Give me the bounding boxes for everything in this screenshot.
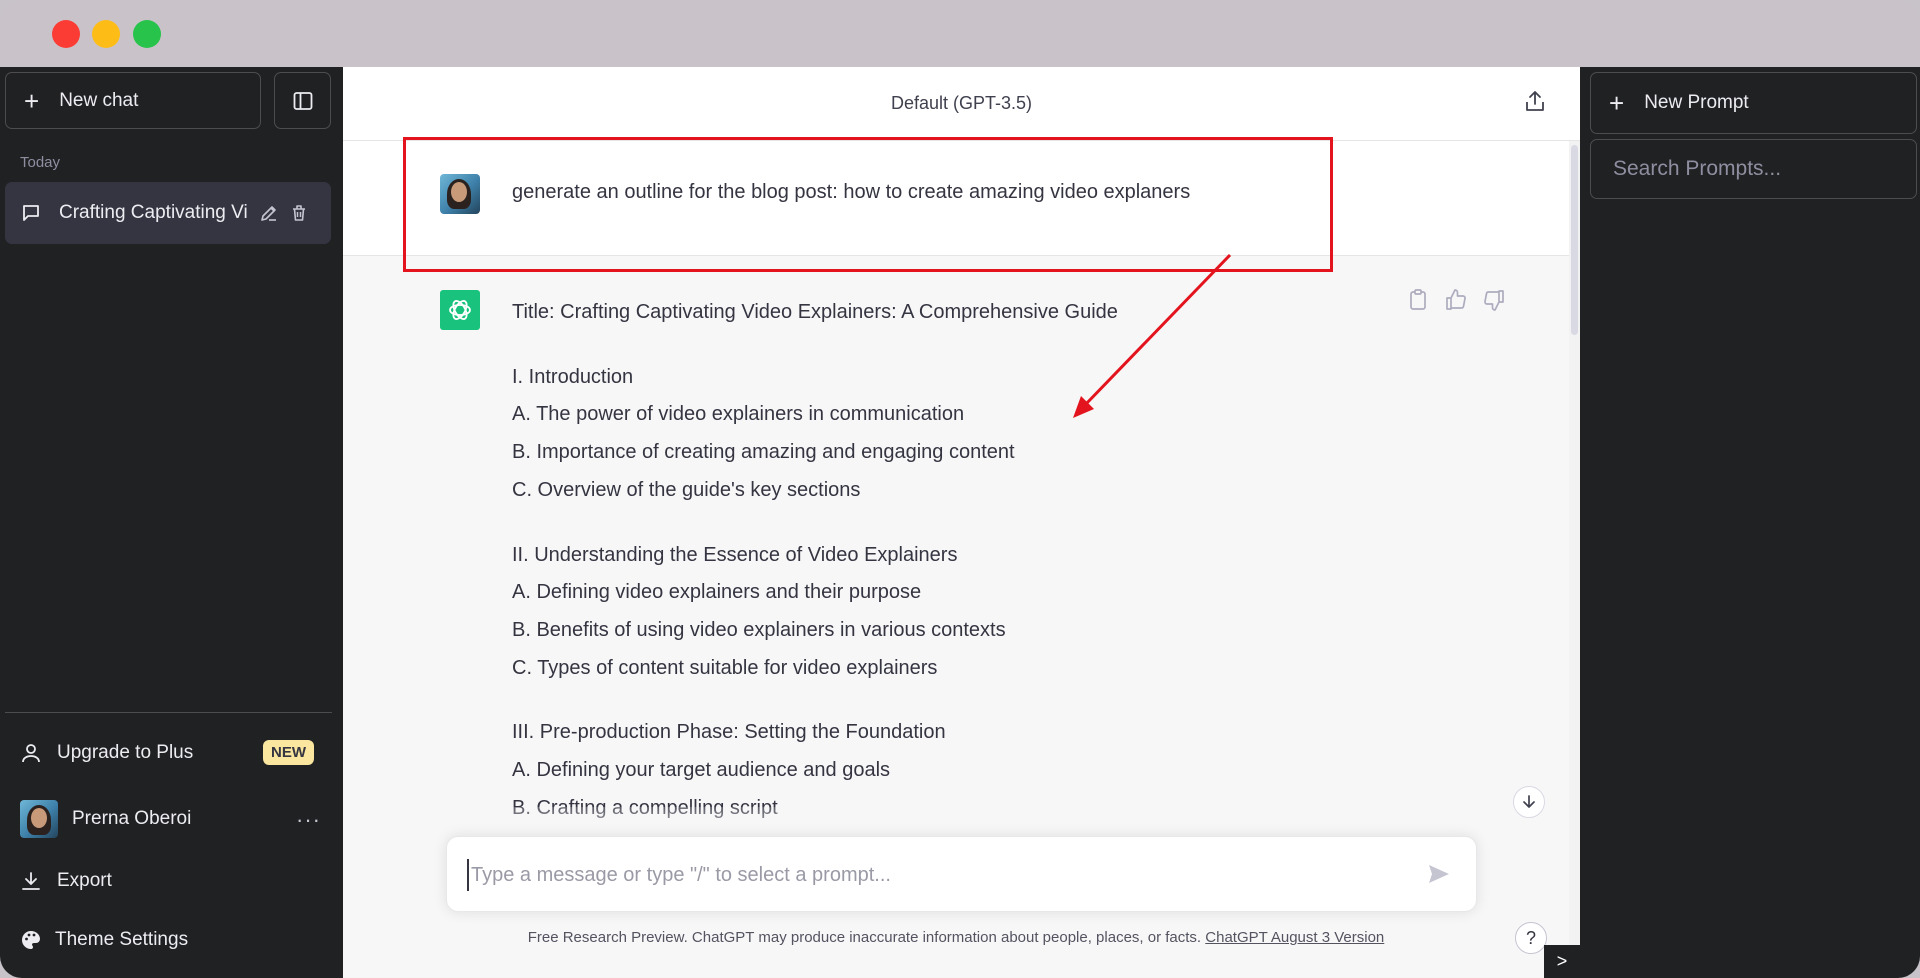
thumbs-down-icon — [1484, 290, 1504, 311]
outline-item: A. The power of video explainers in comm… — [512, 403, 965, 426]
more-options-icon[interactable]: ··· — [296, 807, 321, 833]
app-window: + New chat Today Crafting Captivating Vi… — [0, 0, 1920, 978]
model-title[interactable]: Default (GPT-3.5) — [891, 93, 1032, 114]
send-button[interactable] — [1426, 861, 1452, 892]
export-button[interactable]: Export — [20, 870, 112, 892]
expand-panel-button[interactable]: > — [1544, 945, 1580, 978]
plus-icon: + — [24, 85, 40, 116]
user-profile-button[interactable]: Prerna Oberoi — [20, 800, 191, 838]
thumbs-down-button[interactable] — [1482, 288, 1506, 317]
annotation-highlight-box — [403, 137, 1333, 272]
copy-button[interactable] — [1406, 288, 1430, 317]
theme-settings-button[interactable]: Theme Settings — [20, 929, 188, 951]
send-icon — [1429, 865, 1449, 883]
outline-item: B. Benefits of using video explainers in… — [512, 618, 1006, 641]
thumbs-up-button[interactable] — [1444, 288, 1468, 317]
sidebar: + New chat Today Crafting Captivating Vi… — [0, 67, 343, 978]
search-prompts-field — [1590, 139, 1917, 199]
export-label: Export — [57, 870, 112, 891]
edit-chat-button[interactable] — [259, 203, 279, 223]
assistant-answer: Title: Crafting Captivating Video Explai… — [512, 294, 1312, 827]
toggle-sidebar-button[interactable] — [274, 72, 331, 129]
user-icon — [22, 744, 40, 763]
chat-header: Default (GPT-3.5) — [343, 67, 1580, 141]
share-icon — [1526, 91, 1544, 111]
thumbs-up-icon — [1446, 289, 1466, 310]
new-prompt-label: New Prompt — [1644, 92, 1749, 113]
message-composer — [446, 836, 1477, 912]
section-today-label: Today — [20, 154, 61, 171]
version-link[interactable]: ChatGPT August 3 Version — [1205, 929, 1384, 946]
prompts-panel: + New Prompt — [1580, 67, 1920, 978]
arrow-down-icon — [1523, 795, 1535, 808]
scrollbar[interactable] — [1569, 141, 1580, 978]
upgrade-label: Upgrade to Plus — [57, 742, 194, 763]
outline-item: A. Defining video explainers and their p… — [512, 581, 922, 604]
chat-bubble-icon — [23, 205, 39, 221]
openai-knot-icon — [449, 300, 471, 320]
outline-item: A. Defining your target audience and goa… — [512, 759, 891, 782]
chat-item-label: Crafting Captivating Vi — [59, 202, 248, 223]
chatgpt-logo-icon — [440, 290, 480, 330]
outline-item: B. Importance of creating amazing and en… — [512, 441, 1015, 464]
user-avatar — [20, 800, 58, 838]
outline-section-heading: III. Pre-production Phase: Setting the F… — [512, 721, 946, 744]
message-actions — [1406, 288, 1506, 317]
sidebar-divider — [5, 712, 332, 713]
download-icon — [22, 872, 40, 890]
outline-item: C. Types of content suitable for video e… — [512, 656, 938, 679]
share-button[interactable] — [1524, 89, 1546, 118]
title-bar — [0, 0, 1920, 67]
pencil-icon — [261, 206, 276, 221]
plus-icon: + — [1609, 88, 1625, 118]
disclaimer-text: Free Research Preview. ChatGPT may produ… — [527, 929, 1206, 946]
message-input[interactable] — [467, 859, 1387, 891]
outline-section-heading: II. Understanding the Essence of Video E… — [512, 543, 958, 566]
new-chat-button[interactable]: + New chat — [5, 72, 261, 129]
user-name: Prerna Oberoi — [72, 808, 192, 829]
outline-section-heading: I. Introduction — [512, 365, 634, 388]
trash-icon — [293, 205, 305, 221]
palette-icon — [22, 931, 40, 949]
minimize-window-button[interactable] — [92, 20, 120, 48]
scroll-to-bottom-button[interactable] — [1513, 786, 1545, 818]
new-chat-label: New chat — [59, 89, 139, 111]
delete-chat-button[interactable] — [289, 203, 309, 223]
new-badge: NEW — [263, 740, 314, 765]
search-prompts-input[interactable] — [1591, 140, 1916, 198]
close-window-button[interactable] — [52, 20, 80, 48]
scrollbar-thumb[interactable] — [1571, 145, 1578, 335]
answer-title: Title: Crafting Captivating Video Explai… — [512, 301, 1118, 323]
clipboard-icon — [1410, 289, 1426, 310]
main-chat-area: Default (GPT-3.5) generate an outline fo… — [343, 67, 1580, 978]
help-button[interactable]: ? — [1515, 922, 1547, 954]
upgrade-to-plus-button[interactable]: Upgrade to Plus — [20, 742, 193, 764]
footer-disclaimer: Free Research Preview. ChatGPT may produ… — [343, 929, 1569, 946]
outline-item: C. Overview of the guide's key sections — [512, 478, 861, 501]
new-prompt-button[interactable]: + New Prompt — [1590, 72, 1917, 134]
theme-label: Theme Settings — [55, 929, 189, 950]
sidebar-panel-icon — [293, 91, 312, 110]
maximize-window-button[interactable] — [133, 20, 161, 48]
chat-history-item[interactable]: Crafting Captivating Vi — [5, 182, 331, 244]
